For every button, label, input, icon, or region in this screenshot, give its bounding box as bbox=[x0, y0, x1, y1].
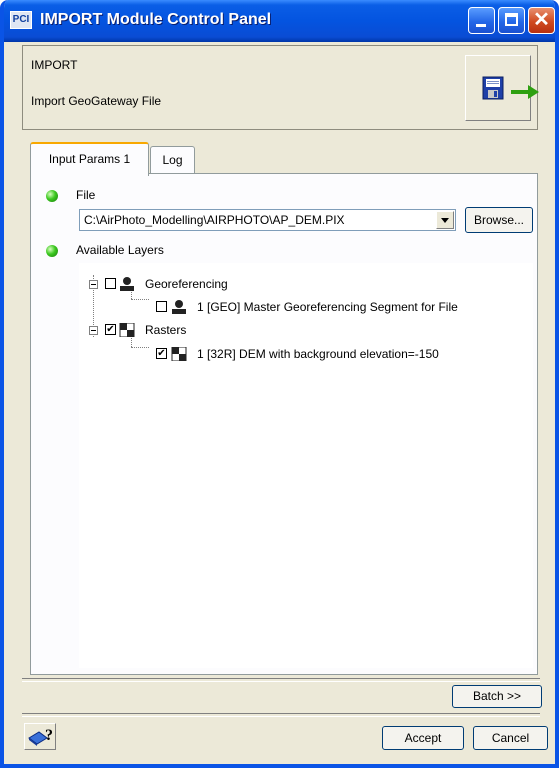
file-status-led-icon bbox=[46, 190, 58, 202]
help-button[interactable]: ? bbox=[24, 723, 56, 750]
module-description: Import GeoGateway File bbox=[31, 94, 162, 108]
import-icon bbox=[480, 74, 540, 102]
raster-icon bbox=[119, 323, 135, 337]
close-icon: ✕ bbox=[533, 9, 550, 31]
tree-node-label: Rasters bbox=[145, 323, 187, 337]
checkbox-dem-raster[interactable]: ✔ bbox=[156, 348, 167, 359]
collapse-icon[interactable] bbox=[89, 326, 98, 335]
arrow-right-icon bbox=[511, 85, 539, 99]
minimize-button[interactable] bbox=[468, 7, 495, 34]
file-path-value: C:\AirPhoto_Modelling\AIRPHOTO\AP_DEM.PI… bbox=[84, 213, 345, 227]
batch-button[interactable]: Batch >> bbox=[452, 685, 542, 708]
tree-connector bbox=[131, 347, 149, 349]
layers-tree[interactable]: Georeferencing 1 [GEO] Master Georeferen… bbox=[79, 263, 533, 668]
checkbox-rasters[interactable]: ✔ bbox=[105, 324, 116, 335]
window-title: IMPORT Module Control Panel bbox=[40, 11, 272, 28]
tree-node-label: 1 [GEO] Master Georeferencing Segment fo… bbox=[197, 300, 458, 314]
divider bbox=[22, 678, 540, 682]
input-params-panel: File C:\AirPhoto_Modelling\AIRPHOTO\AP_D… bbox=[30, 173, 538, 675]
help-book-icon: ? bbox=[28, 727, 53, 746]
module-header: IMPORT Import GeoGateway File bbox=[22, 45, 539, 130]
minimize-icon bbox=[476, 24, 486, 27]
maximize-icon bbox=[505, 13, 518, 26]
floppy-disk-icon bbox=[482, 76, 504, 100]
tree-node-label: Georeferencing bbox=[145, 277, 228, 291]
module-name: IMPORT bbox=[31, 58, 78, 72]
georeferencing-icon bbox=[172, 300, 186, 314]
tree-connector bbox=[131, 299, 149, 301]
tree-node-label: 1 [32R] DEM with background elevation=-1… bbox=[197, 347, 439, 361]
app-icon: PCI bbox=[10, 11, 32, 29]
maximize-button[interactable] bbox=[498, 7, 525, 34]
close-button[interactable]: ✕ bbox=[528, 7, 555, 34]
layers-status-led-icon bbox=[46, 245, 58, 257]
available-layers-label: Available Layers bbox=[76, 243, 164, 257]
checkbox-geo-segment[interactable] bbox=[156, 301, 167, 312]
divider bbox=[22, 713, 540, 717]
browse-button[interactable]: Browse... bbox=[465, 207, 533, 233]
file-label: File bbox=[76, 188, 96, 202]
tab-log[interactable]: Log bbox=[150, 146, 195, 174]
tab-input-params[interactable]: Input Params 1 bbox=[30, 142, 149, 176]
collapse-icon[interactable] bbox=[89, 280, 98, 289]
dropdown-arrow-icon[interactable] bbox=[436, 211, 454, 229]
module-window: PCI IMPORT Module Control Panel ✕ IMPORT… bbox=[0, 0, 559, 768]
title-bar[interactable]: PCI IMPORT Module Control Panel ✕ bbox=[4, 0, 555, 42]
help-glyph: ? bbox=[45, 727, 53, 744]
cancel-button[interactable]: Cancel bbox=[473, 726, 548, 750]
checkbox-georeferencing[interactable] bbox=[105, 278, 116, 289]
file-path-combobox[interactable]: C:\AirPhoto_Modelling\AIRPHOTO\AP_DEM.PI… bbox=[79, 209, 456, 231]
accept-button[interactable]: Accept bbox=[382, 726, 464, 750]
georeferencing-icon bbox=[120, 277, 134, 291]
import-action-button[interactable] bbox=[465, 55, 539, 121]
raster-icon bbox=[171, 347, 187, 361]
